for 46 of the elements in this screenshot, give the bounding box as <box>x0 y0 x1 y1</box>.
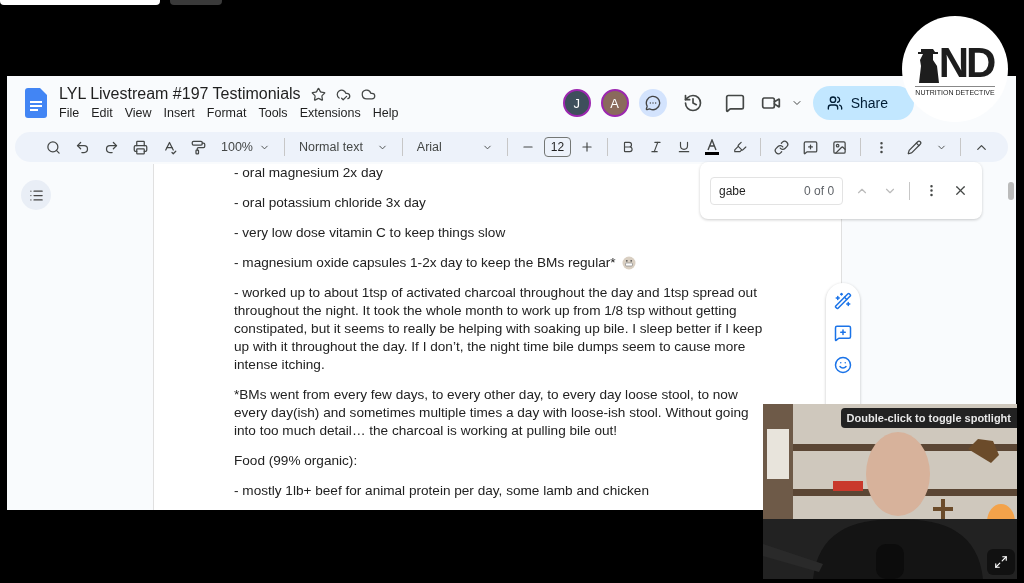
add-comment-icon[interactable] <box>834 324 852 342</box>
cloud-icon[interactable] <box>360 86 376 102</box>
menu-item[interactable]: File <box>53 105 86 121</box>
font-dropdown[interactable]: Arial <box>410 140 499 154</box>
people-icon <box>826 95 843 111</box>
cloud-add-icon[interactable] <box>335 86 351 102</box>
collaborator-avatar[interactable]: A <box>600 89 629 117</box>
expand-icon <box>994 555 1008 569</box>
chat-icon[interactable] <box>638 89 667 117</box>
collaborator-avatar[interactable]: J <box>562 89 591 117</box>
style-dropdown[interactable]: Normal text <box>292 140 394 154</box>
expand-button[interactable] <box>987 549 1015 575</box>
paragraph: - mostly 1lb+ beef for animal protein per day, some lamb and chicken <box>234 482 650 500</box>
scrollbar[interactable] <box>1008 182 1014 200</box>
document-title[interactable]: LYL Livestream #197 Testimonials <box>59 85 301 103</box>
logo-mark: ND <box>938 42 994 83</box>
font-size-field[interactable]: 12 <box>543 137 572 157</box>
paragraph: - very low dose vitamin C to keep things slow <box>234 224 507 242</box>
paragraph: Food (99% organic): <box>234 452 359 470</box>
zoom-dropdown[interactable]: 100% <box>215 140 276 154</box>
paragraph: - oral magnesium 2x day <box>234 164 384 182</box>
close-icon[interactable] <box>953 183 968 198</box>
docs-logo-icon[interactable] <box>25 88 47 118</box>
grin-emoji-icon <box>621 256 636 270</box>
menu-item[interactable]: Extensions <box>293 105 367 121</box>
smile-icon[interactable] <box>834 356 852 374</box>
magic-pen-icon[interactable] <box>834 292 852 310</box>
paragraph: - worked up to about 1tsp of activated charcoal throughout the day and 1tsp spread out throughout the night. It took the whole month to work up from 1/8 tsp without getting constipated, but it seems to really be helping with soaking up bile. I sleep better if I keep up with it throughout the day. If I don’t, the night time bile dumps seem to cause more intense itching. <box>234 284 764 374</box>
tooltip: Double-click to toggle spotlight <box>840 408 1017 428</box>
text-color-icon <box>706 139 719 151</box>
outline-icon <box>28 187 44 203</box>
menu-item[interactable]: View <box>118 105 158 121</box>
paragraph: - magnesium oxide capsules 1-2x day to keep the BMs regular* <box>234 254 616 272</box>
menu-item[interactable]: Edit <box>85 105 119 121</box>
menu-item[interactable]: Format <box>200 105 253 121</box>
menu-item[interactable]: Insert <box>157 105 201 121</box>
menu-item[interactable]: Help <box>366 105 405 121</box>
comment-icon[interactable] <box>724 93 745 113</box>
paragraph: *BMs went from every few days, to every other day, to every day loose stool, to now every day(ish) and sometimes multiple times a day with loose-ish stool. Without going into too much detail… the charcoal is working at pulling bile out! <box>234 386 750 440</box>
star-icon[interactable] <box>310 86 326 102</box>
find-field[interactable]: gabe 0 of 0 <box>710 176 844 205</box>
paragraph: - oral potassium chloride 3x day <box>234 194 427 212</box>
menu-item[interactable]: Tools <box>252 105 294 121</box>
history-icon[interactable] <box>682 93 703 113</box>
share-button[interactable]: Share <box>812 86 914 120</box>
outline-button[interactable] <box>21 180 51 210</box>
